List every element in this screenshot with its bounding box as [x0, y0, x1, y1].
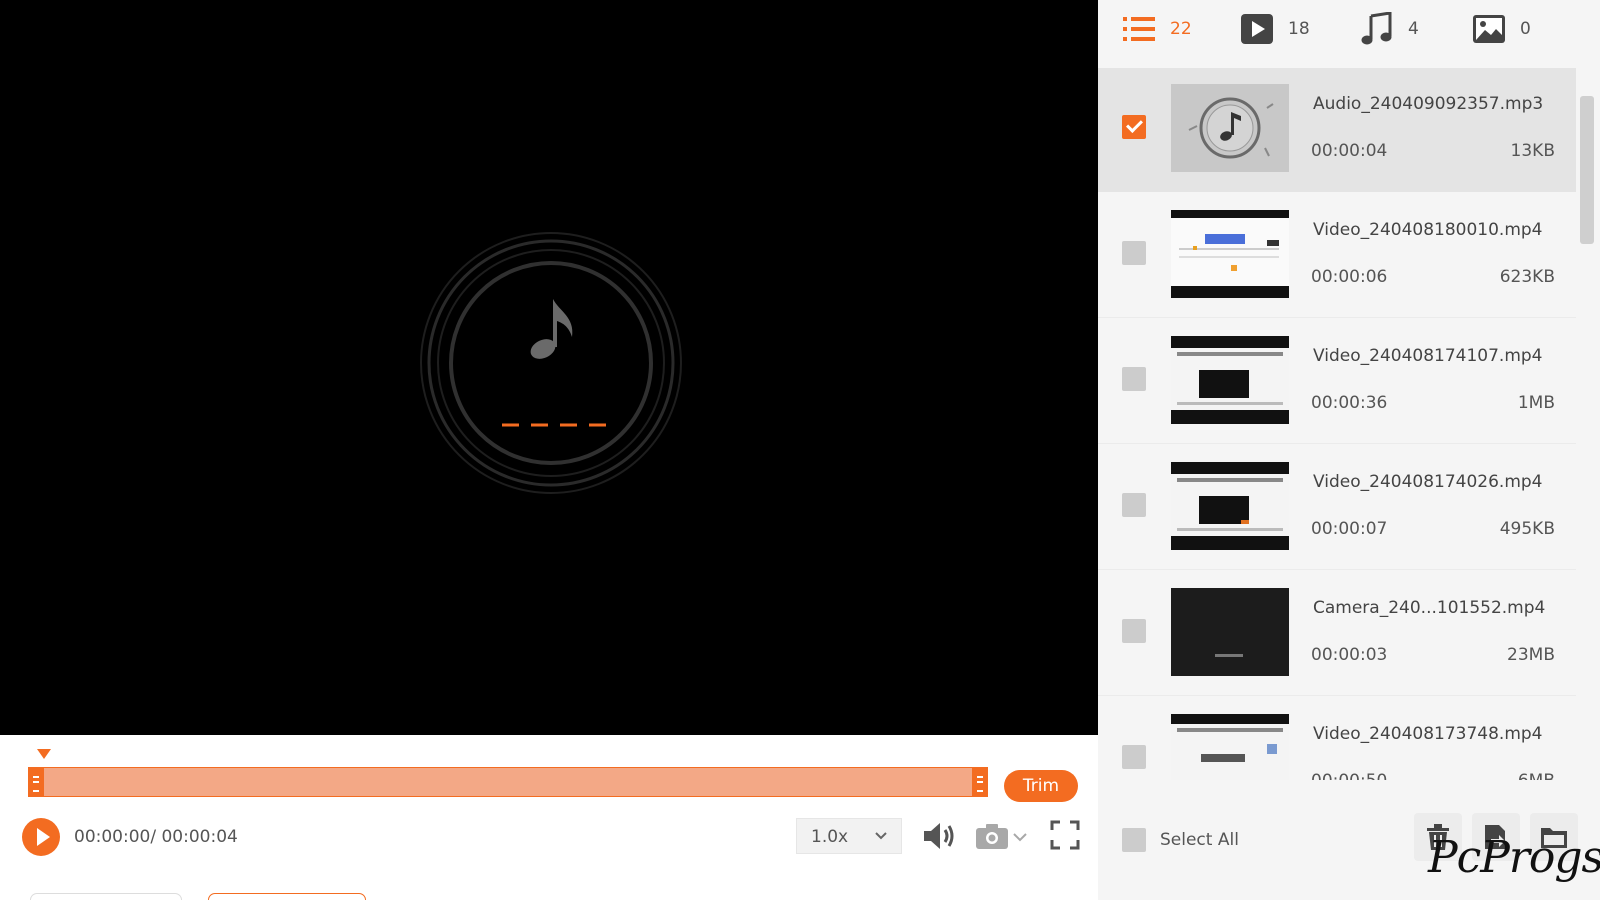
row-checkbox[interactable]: [1122, 493, 1146, 517]
file-name: Audio_240409092357.mp3: [1313, 94, 1544, 114]
file-size: 6MB: [1518, 771, 1555, 780]
time-readout: 00:00:00/ 00:00:04: [74, 827, 238, 847]
file-name: Video_240408173748.mp4: [1313, 724, 1543, 744]
file-duration: 00:00:06: [1311, 267, 1388, 287]
file-duration: 00:00:50: [1311, 771, 1387, 780]
file-name: Video_240408174107.mp4: [1313, 346, 1543, 366]
total-time: 00:00:04: [156, 827, 238, 847]
row-checkbox[interactable]: [1122, 367, 1146, 391]
watermark-text: PcProgs: [1428, 832, 1600, 883]
camera-thumbnail: [1171, 588, 1289, 676]
trim-timeline[interactable]: [28, 767, 988, 797]
filter-all[interactable]: 22: [1122, 12, 1192, 46]
filter-all-count: 22: [1170, 19, 1192, 39]
file-size: 1MB: [1517, 393, 1555, 413]
filter-image-count: 0: [1520, 19, 1531, 39]
recording-list-panel: 22 18 4 0 Audio_240409092357.mp3 00:00:0…: [1098, 0, 1600, 900]
file-size: 623KB: [1499, 267, 1555, 287]
filter-video[interactable]: 18: [1240, 12, 1310, 46]
file-name: Camera_240...101552.mp4: [1313, 598, 1546, 618]
play-button[interactable]: [22, 818, 60, 856]
chevron-down-icon: [875, 832, 887, 840]
playback-controls: Trim 00:00:00/ 00:00:04 1.0x: [0, 735, 1098, 900]
speed-value: 1.0x: [811, 827, 849, 847]
file-duration: 00:00:03: [1311, 645, 1388, 665]
video-icon: [1241, 14, 1273, 44]
video-preview: [0, 0, 1098, 735]
list-scrollbar[interactable]: [1580, 96, 1594, 244]
volume-icon[interactable]: [921, 819, 957, 853]
filter-audio[interactable]: 4: [1360, 12, 1419, 46]
filter-audio-count: 4: [1408, 19, 1419, 39]
current-time: 00:00:00/: [74, 827, 157, 847]
fullscreen-icon[interactable]: [1050, 820, 1080, 850]
toolbar-pill[interactable]: [30, 893, 182, 900]
file-name: Video_240408174026.mp4: [1313, 472, 1543, 492]
file-row[interactable]: Camera_240...101552.mp4 00:00:03 23MB: [1098, 572, 1576, 696]
music-disc-icon: [419, 231, 683, 495]
trim-range: [28, 767, 988, 797]
file-list: Audio_240409092357.mp3 00:00:04 13KB Vid…: [1098, 68, 1576, 780]
trim-button[interactable]: Trim: [1004, 770, 1078, 802]
file-row[interactable]: Video_240408174107.mp4 00:00:36 1MB: [1098, 320, 1576, 444]
select-all-label[interactable]: Select All: [1160, 830, 1239, 850]
row-checkbox[interactable]: [1122, 619, 1146, 643]
list-icon: [1123, 17, 1155, 41]
video-thumbnail: [1171, 210, 1289, 298]
music-note-icon: [1188, 97, 1274, 159]
row-checkbox[interactable]: [1122, 745, 1146, 769]
select-all-checkbox[interactable]: [1122, 828, 1146, 852]
file-row[interactable]: Audio_240409092357.mp3 00:00:04 13KB: [1098, 68, 1576, 192]
playhead-marker[interactable]: [37, 749, 51, 759]
file-row[interactable]: Video_240408174026.mp4 00:00:07 495KB: [1098, 446, 1576, 570]
camera-snapshot-icon[interactable]: [974, 821, 1034, 851]
filter-video-count: 18: [1288, 19, 1310, 39]
file-duration: 00:00:07: [1311, 519, 1388, 539]
filter-tabs: 22 18 4 0: [1098, 0, 1600, 66]
trim-end-handle[interactable]: [972, 767, 988, 797]
row-checkbox[interactable]: [1122, 115, 1146, 139]
file-duration: 00:00:04: [1311, 141, 1388, 161]
video-thumbnail: [1171, 462, 1289, 550]
file-row[interactable]: Video_240408173748.mp4 00:00:50 6MB: [1098, 698, 1576, 780]
file-row[interactable]: Video_240408180010.mp4 00:00:06 623KB: [1098, 194, 1576, 318]
speed-select[interactable]: 1.0x: [796, 818, 902, 854]
audio-thumbnail: [1171, 84, 1289, 172]
file-size: 495KB: [1499, 519, 1555, 539]
file-name: Video_240408180010.mp4: [1313, 220, 1543, 240]
file-size: 13KB: [1510, 141, 1555, 161]
trim-start-handle[interactable]: [28, 767, 44, 797]
row-checkbox[interactable]: [1122, 241, 1146, 265]
image-icon: [1473, 15, 1505, 43]
toolbar-pill-active[interactable]: [208, 893, 366, 900]
filter-image[interactable]: 0: [1472, 12, 1531, 46]
music-icon: [1361, 12, 1392, 45]
video-thumbnail: [1171, 714, 1289, 780]
file-duration: 00:00:36: [1311, 393, 1388, 413]
video-thumbnail: [1171, 336, 1289, 424]
file-size: 23MB: [1507, 645, 1555, 665]
